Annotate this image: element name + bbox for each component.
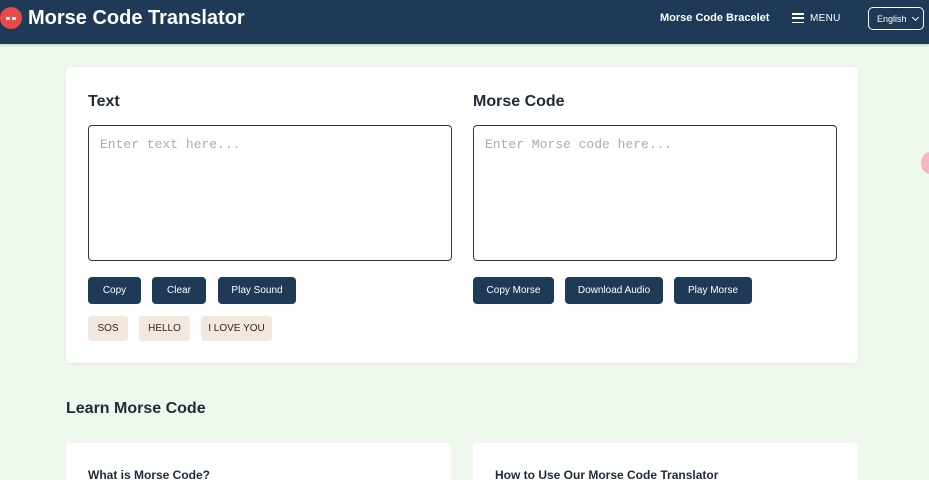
download-audio-button[interactable]: Download Audio — [565, 277, 663, 304]
hamburger-icon — [792, 13, 804, 23]
info-card-title: How to Use Our Morse Code Translator — [495, 468, 719, 480]
menu-label: MENU — [810, 12, 841, 24]
play-morse-button[interactable]: Play Morse — [674, 277, 752, 304]
top-nav-bar: Morse Code Translator Morse Code Bracele… — [0, 0, 929, 44]
nav-link-morse-code-bracelet[interactable]: Morse Code Bracelet — [660, 12, 769, 25]
site-title[interactable]: Morse Code Translator — [28, 7, 245, 29]
logo-icon[interactable] — [0, 7, 22, 29]
info-card-what-is-morse: What is Morse Code? — [66, 443, 451, 480]
example-chip-sos[interactable]: SOS — [88, 316, 128, 341]
menu-button[interactable]: MENU — [792, 11, 841, 25]
floating-widget-button[interactable] — [921, 152, 929, 174]
text-input[interactable] — [88, 125, 452, 261]
info-card-how-to-use: How to Use Our Morse Code Translator — [473, 443, 858, 480]
text-panel-title: Text — [88, 93, 120, 110]
translator-card: Text Copy Clear Play Sound SOS HELLO I L… — [66, 67, 858, 363]
copy-morse-button[interactable]: Copy Morse — [473, 277, 554, 304]
copy-button[interactable]: Copy — [88, 277, 141, 304]
chevron-down-icon — [911, 13, 920, 22]
example-chip-i-love-you[interactable]: I LOVE YOU — [201, 316, 272, 341]
language-selected-value: English — [877, 13, 907, 24]
example-chip-hello[interactable]: HELLO — [139, 316, 190, 341]
info-card-title: What is Morse Code? — [88, 468, 211, 480]
morse-panel-title: Morse Code — [473, 93, 565, 110]
morse-input[interactable] — [473, 125, 837, 261]
language-select[interactable]: English — [868, 7, 924, 30]
learn-section-heading: Learn Morse Code — [66, 400, 206, 417]
clear-button[interactable]: Clear — [152, 277, 206, 304]
play-sound-button[interactable]: Play Sound — [218, 277, 296, 304]
